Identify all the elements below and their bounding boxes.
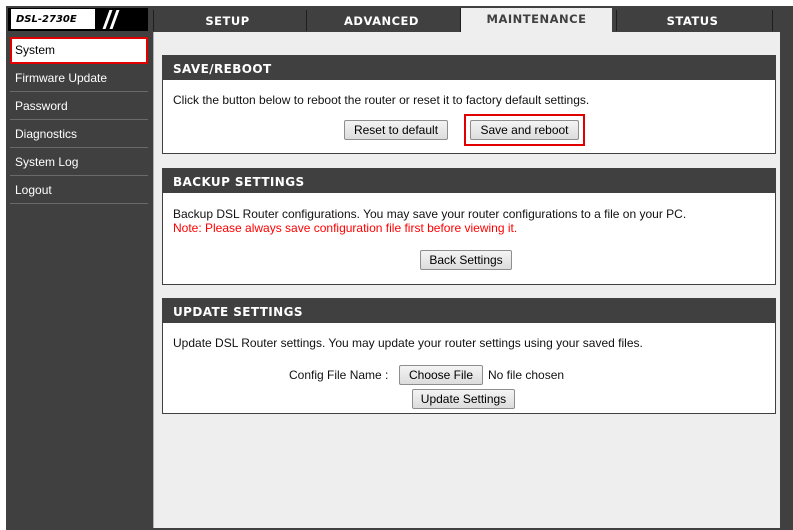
right-border <box>780 32 793 530</box>
tab-status[interactable]: STATUS <box>616 10 768 31</box>
tab-maintenance[interactable]: MAINTENANCE <box>460 8 612 32</box>
config-file-label: Config File Name : <box>289 368 389 382</box>
update-settings-button[interactable]: Update Settings <box>412 389 515 409</box>
sidebar-item-system-log[interactable]: System Log <box>10 149 148 176</box>
section-title: SAVE/REBOOT <box>163 56 775 80</box>
sidebar-item-password[interactable]: Password <box>10 93 148 120</box>
save-reboot-description: Click the button below to reboot the rou… <box>173 93 590 107</box>
sidebar-item-diagnostics[interactable]: Diagnostics <box>10 121 148 148</box>
backup-settings-section: BACKUP SETTINGS Backup DSL Router config… <box>162 168 776 285</box>
sidebar-item-firmware-update[interactable]: Firmware Update <box>10 65 148 92</box>
sidebar: System Firmware Update Password Diagnost… <box>8 32 148 528</box>
update-description: Update DSL Router settings. You may upda… <box>173 336 643 350</box>
save-and-reboot-button[interactable]: Save and reboot <box>470 120 579 140</box>
tab-advanced[interactable]: ADVANCED <box>306 10 456 31</box>
update-settings-section: UPDATE SETTINGS Update DSL Router settin… <box>162 298 776 414</box>
section-title: BACKUP SETTINGS <box>163 169 775 193</box>
back-settings-button[interactable]: Back Settings <box>420 250 512 270</box>
sidebar-item-logout[interactable]: Logout <box>10 177 148 204</box>
file-status: No file chosen <box>488 368 565 382</box>
backup-description: Backup DSL Router configurations. You ma… <box>173 207 687 221</box>
model-name: DSL-2730E <box>11 9 95 29</box>
tab-overflow <box>772 10 793 31</box>
backup-note: Note: Please always save configuration f… <box>173 221 518 235</box>
section-title: UPDATE SETTINGS <box>163 299 775 323</box>
sidebar-item-system[interactable]: System <box>10 37 148 64</box>
reset-to-default-button[interactable]: Reset to default <box>344 120 448 140</box>
save-reboot-section: SAVE/REBOOT Click the button below to re… <box>162 55 776 154</box>
choose-file-button[interactable]: Choose File <box>399 365 483 385</box>
logo: DSL-2730E <box>8 8 148 31</box>
tab-setup[interactable]: SETUP <box>153 10 301 31</box>
